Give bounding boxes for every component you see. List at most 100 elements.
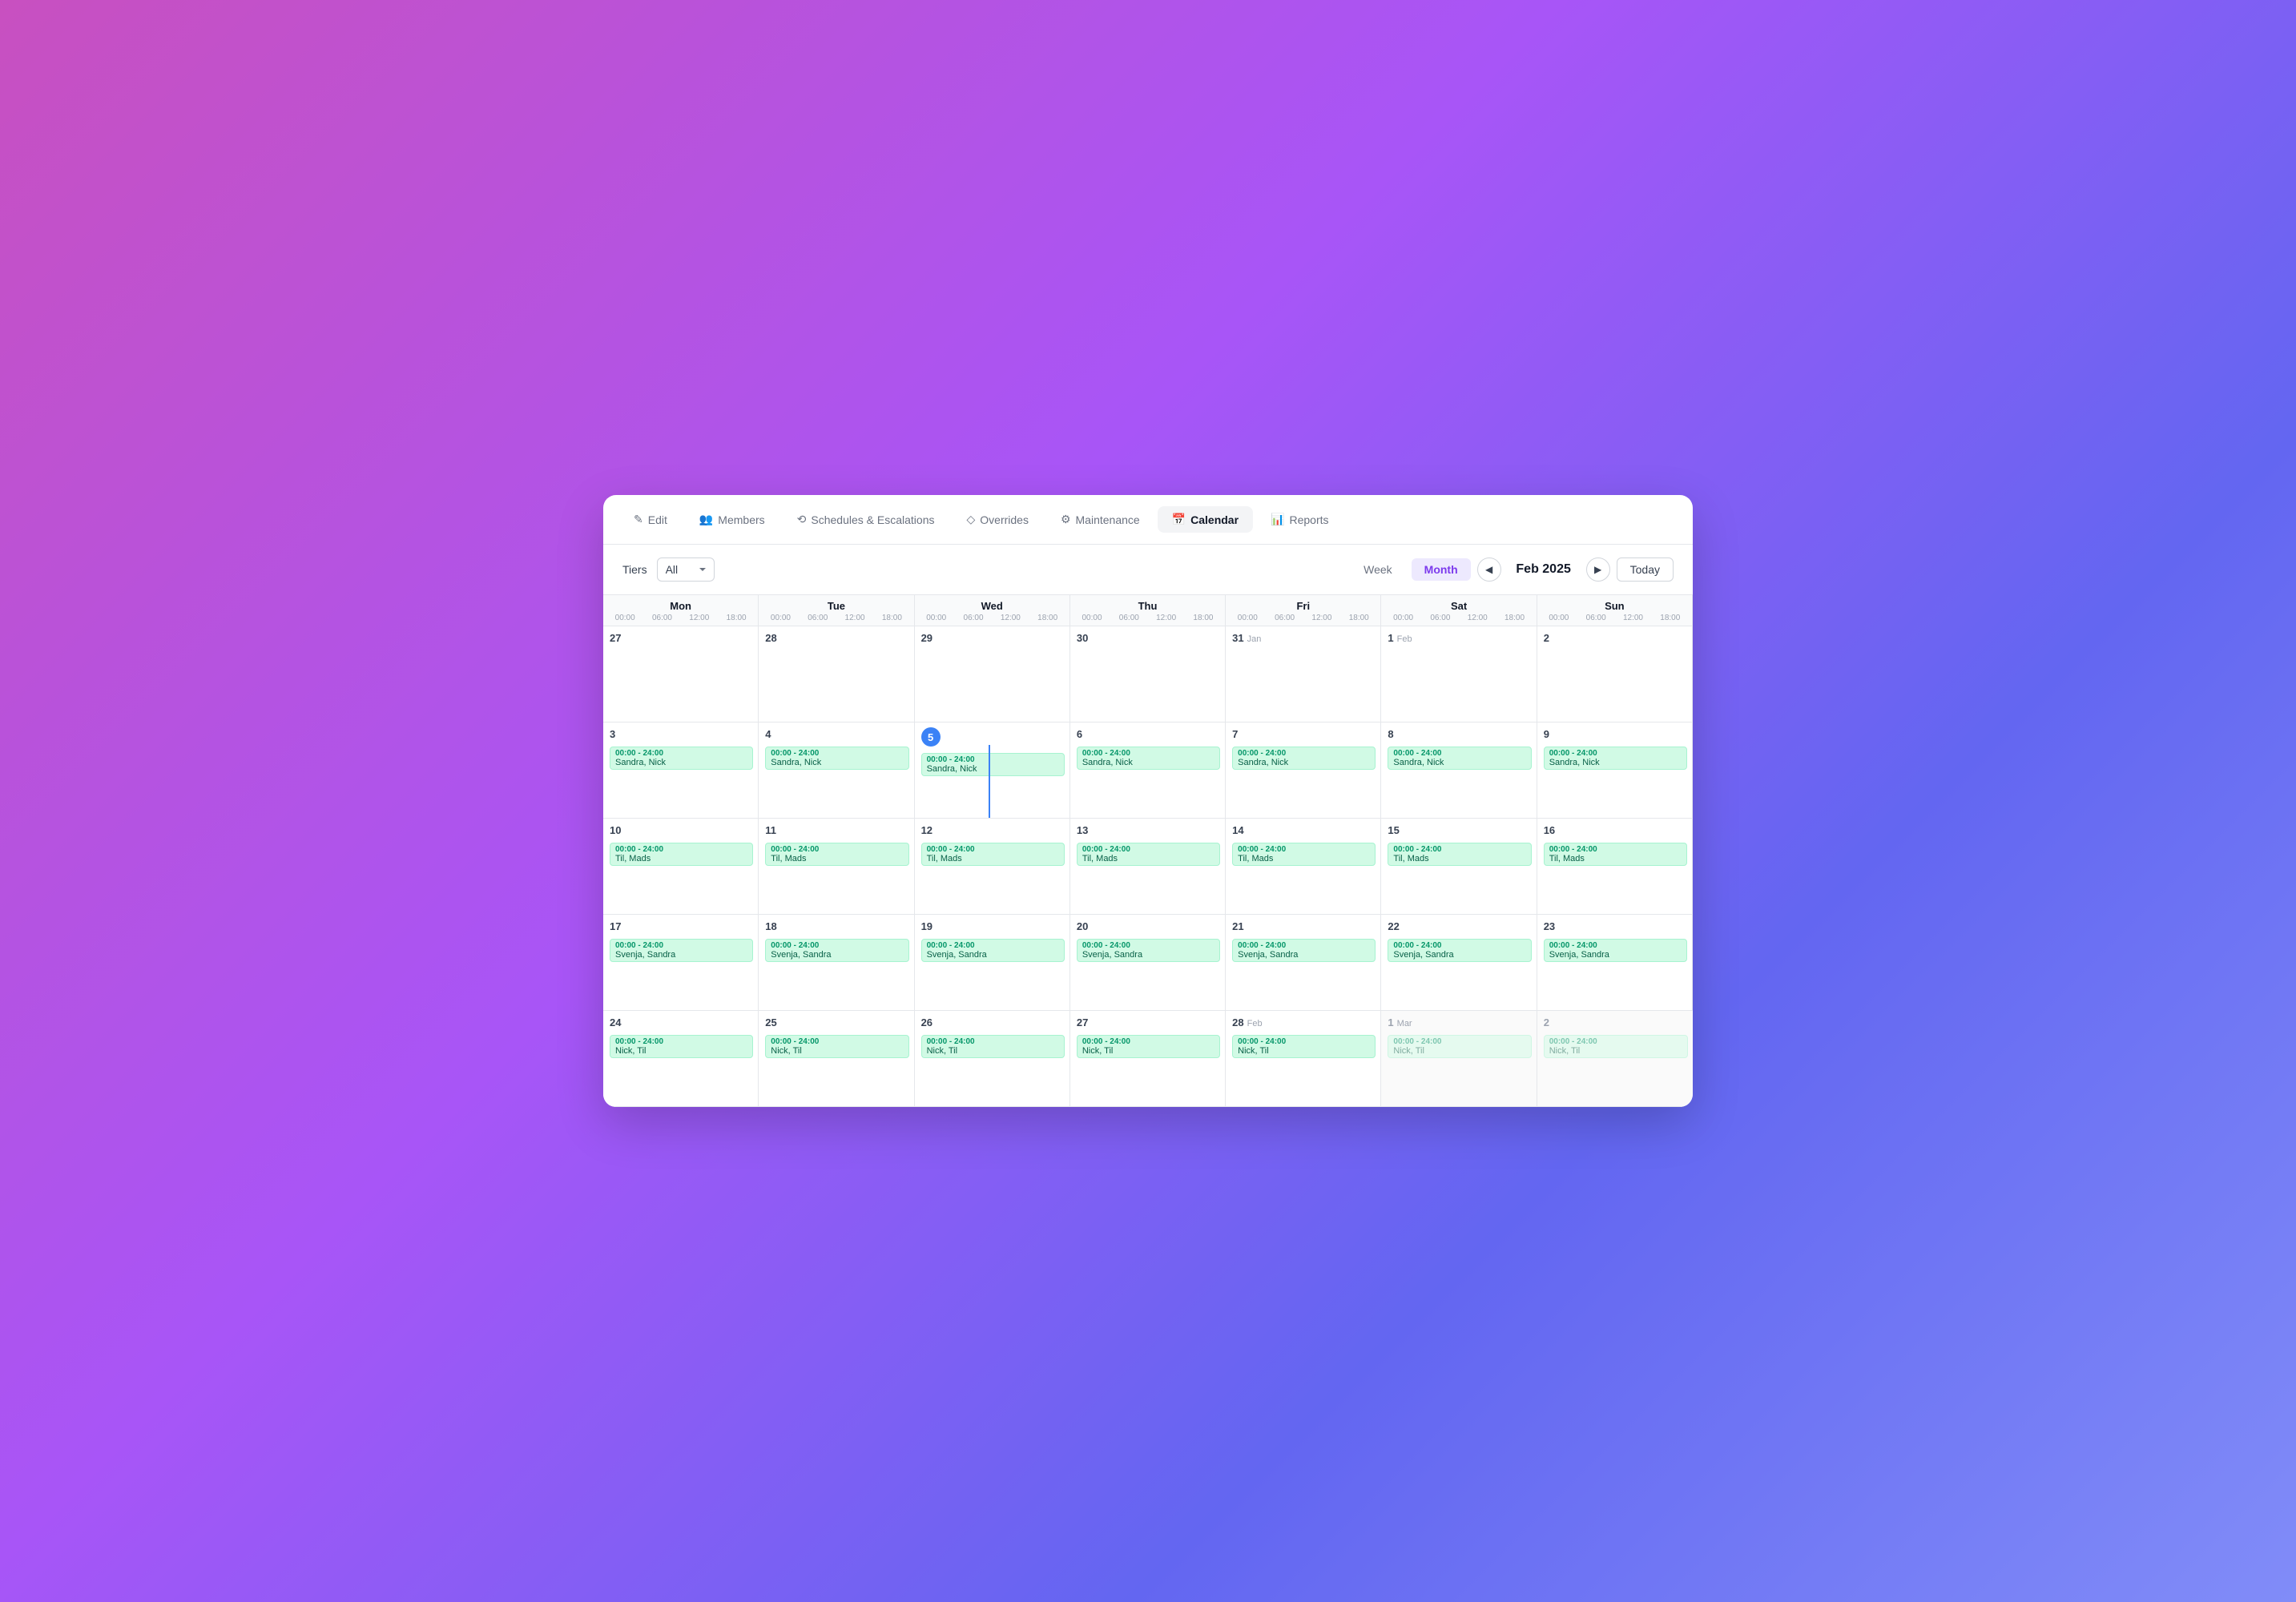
calendar-day-cell[interactable]: 2600:00 - 24:00Nick, Til <box>915 1011 1070 1107</box>
next-month-button[interactable]: ▶ <box>1586 557 1610 582</box>
event-time: 00:00 - 24:00 <box>1549 1037 1682 1046</box>
event-block[interactable]: 00:00 - 24:00Til, Mads <box>1388 843 1531 866</box>
calendar-day-cell[interactable]: 1700:00 - 24:00Svenja, Sandra <box>603 915 759 1011</box>
event-block[interactable]: 00:00 - 24:00Svenja, Sandra <box>1544 939 1687 962</box>
time-tick: 18:00 <box>727 614 747 622</box>
calendar-day-cell[interactable]: 2100:00 - 24:00Svenja, Sandra <box>1226 915 1381 1011</box>
event-block[interactable]: 00:00 - 24:00Nick, Til <box>921 1035 1065 1058</box>
day-header-wed: Wed00:0006:0012:0018:00 <box>915 595 1070 626</box>
calendar-day-cell[interactable]: 2 <box>1537 626 1693 723</box>
event-block[interactable]: 00:00 - 24:00Nick, Til <box>1544 1035 1688 1058</box>
calendar-day-cell[interactable]: 1100:00 - 24:00Til, Mads <box>759 819 914 915</box>
event-block[interactable]: 00:00 - 24:00Til, Mads <box>610 843 753 866</box>
nav-tab-overrides[interactable]: ◇Overrides <box>952 506 1042 533</box>
event-block[interactable]: 00:00 - 24:00Sandra, Nick <box>921 753 1065 776</box>
event-block[interactable]: 00:00 - 24:00Nick, Til <box>610 1035 753 1058</box>
prev-month-button[interactable]: ◀ <box>1477 557 1501 582</box>
event-names: Sandra, Nick <box>927 764 1059 774</box>
calendar-day-cell[interactable]: 1800:00 - 24:00Svenja, Sandra <box>759 915 914 1011</box>
event-block[interactable]: 00:00 - 24:00Svenja, Sandra <box>1077 939 1220 962</box>
calendar-day-cell[interactable]: 500:00 - 24:00Sandra, Nick <box>915 723 1070 819</box>
calendar-day-cell[interactable]: 600:00 - 24:00Sandra, Nick <box>1070 723 1226 819</box>
calendar-day-cell[interactable]: 1500:00 - 24:00Til, Mads <box>1381 819 1537 915</box>
week-view-button[interactable]: Week <box>1351 558 1405 581</box>
calendar-day-cell[interactable]: 30 <box>1070 626 1226 723</box>
nav-tab-maintenance[interactable]: ⚙Maintenance <box>1046 506 1154 533</box>
event-names: Sandra, Nick <box>771 758 903 767</box>
calendar-day-cell[interactable]: 2000:00 - 24:00Svenja, Sandra <box>1070 915 1226 1011</box>
calendar-day-cell[interactable]: 28 <box>759 626 914 723</box>
event-block[interactable]: 00:00 - 24:00Til, Mads <box>1232 843 1376 866</box>
calendar-day-cell[interactable]: 31Jan <box>1226 626 1381 723</box>
calendar-day-cell[interactable]: 1600:00 - 24:00Til, Mads <box>1537 819 1693 915</box>
event-block[interactable]: 00:00 - 24:00Til, Mads <box>1544 843 1687 866</box>
calendar-day-cell[interactable]: 800:00 - 24:00Sandra, Nick <box>1381 723 1537 819</box>
month-indicator: Feb <box>1397 634 1412 644</box>
event-block[interactable]: 00:00 - 24:00Sandra, Nick <box>1077 747 1220 770</box>
event-block[interactable]: 00:00 - 24:00Sandra, Nick <box>610 747 753 770</box>
event-block[interactable]: 00:00 - 24:00Sandra, Nick <box>1388 747 1531 770</box>
calendar-day-cell[interactable]: 2500:00 - 24:00Nick, Til <box>759 1011 914 1107</box>
calendar-day-cell[interactable]: 1200:00 - 24:00Til, Mads <box>915 819 1070 915</box>
event-time: 00:00 - 24:00 <box>615 1037 747 1046</box>
event-block[interactable]: 00:00 - 24:00Sandra, Nick <box>765 747 908 770</box>
nav-tab-schedules[interactable]: ⟲Schedules & Escalations <box>783 506 949 533</box>
calendar-day-cell[interactable]: 28Feb00:00 - 24:00Nick, Til <box>1226 1011 1381 1107</box>
event-block[interactable]: 00:00 - 24:00Nick, Til <box>1077 1035 1220 1058</box>
nav-tab-edit[interactable]: ✎Edit <box>619 506 682 533</box>
time-tick: 00:00 <box>1393 614 1413 622</box>
time-tick: 06:00 <box>1586 614 1606 622</box>
calendar-day-cell[interactable]: 1000:00 - 24:00Til, Mads <box>603 819 759 915</box>
calendar-day-cell[interactable]: 200:00 - 24:00Nick, Til <box>1537 1011 1693 1107</box>
time-tick: 18:00 <box>1037 614 1057 622</box>
event-names: Til, Mads <box>771 854 903 863</box>
event-block[interactable]: 00:00 - 24:00Nick, Til <box>765 1035 908 1058</box>
calendar-day-cell[interactable]: 27 <box>603 626 759 723</box>
calendar-day-cell[interactable]: 1900:00 - 24:00Svenja, Sandra <box>915 915 1070 1011</box>
time-tick: 06:00 <box>808 614 828 622</box>
calendar-day-cell[interactable]: 14 00:00 - 24:00Til, Mads <box>1226 819 1381 915</box>
event-names: Til, Mads <box>1238 854 1370 863</box>
today-button[interactable]: Today <box>1617 557 1674 582</box>
calendar-day-cell[interactable]: 300:00 - 24:00Sandra, Nick <box>603 723 759 819</box>
event-names: Nick, Til <box>615 1046 747 1056</box>
event-block[interactable]: 00:00 - 24:00Svenja, Sandra <box>921 939 1065 962</box>
month-view-button[interactable]: Month <box>1412 558 1471 581</box>
event-time: 00:00 - 24:00 <box>1549 749 1682 758</box>
calendar-day-cell[interactable]: 1Feb <box>1381 626 1537 723</box>
calendar-day-cell[interactable]: 2400:00 - 24:00Nick, Til <box>603 1011 759 1107</box>
calendar-day-cell[interactable]: 2700:00 - 24:00Nick, Til <box>1070 1011 1226 1107</box>
nav-tab-members[interactable]: 👥Members <box>685 506 779 533</box>
day-number: 27 <box>610 632 621 644</box>
time-tick: 12:00 <box>1156 614 1176 622</box>
nav-tab-calendar[interactable]: 📅Calendar <box>1158 506 1253 533</box>
nav-tab-reports[interactable]: 📊Reports <box>1256 506 1343 533</box>
time-tick: 12:00 <box>1623 614 1643 622</box>
tiers-select[interactable]: AllTier 1Tier 2Tier 3 <box>657 557 715 582</box>
calendar-day-cell[interactable]: 700:00 - 24:00Sandra, Nick <box>1226 723 1381 819</box>
event-block[interactable]: 00:00 - 24:00Svenja, Sandra <box>1388 939 1531 962</box>
calendar-day-cell[interactable]: 1Mar00:00 - 24:00Nick, Til <box>1381 1011 1537 1107</box>
calendar-day-cell[interactable]: 400:00 - 24:00Sandra, Nick <box>759 723 914 819</box>
day-number: 14 <box>1232 824 1243 836</box>
day-name-thu: Thu <box>1070 600 1225 612</box>
calendar-day-cell[interactable]: 900:00 - 24:00Sandra, Nick <box>1537 723 1693 819</box>
time-tick: 18:00 <box>1660 614 1680 622</box>
event-block[interactable]: 00:00 - 24:00Sandra, Nick <box>1232 747 1376 770</box>
event-block[interactable]: 00:00 - 24:00Sandra, Nick <box>1544 747 1687 770</box>
calendar-day-cell[interactable]: 29 <box>915 626 1070 723</box>
time-tick: 18:00 <box>1349 614 1369 622</box>
calendar-day-cell[interactable]: 2200:00 - 24:00Svenja, Sandra <box>1381 915 1537 1011</box>
event-block[interactable]: 00:00 - 24:00Svenja, Sandra <box>610 939 753 962</box>
event-block[interactable]: 00:00 - 24:00Til, Mads <box>1077 843 1220 866</box>
event-block[interactable]: 00:00 - 24:00Svenja, Sandra <box>765 939 908 962</box>
reports-icon: 📊 <box>1271 513 1284 526</box>
event-block[interactable]: 00:00 - 24:00Nick, Til <box>1388 1035 1531 1058</box>
event-block[interactable]: 00:00 - 24:00Til, Mads <box>765 843 908 866</box>
event-block[interactable]: 00:00 - 24:00Nick, Til <box>1232 1035 1376 1058</box>
calendar-day-cell[interactable]: 2300:00 - 24:00Svenja, Sandra <box>1537 915 1693 1011</box>
event-names: Nick, Til <box>927 1046 1059 1056</box>
event-block[interactable]: 00:00 - 24:00Til, Mads <box>921 843 1065 866</box>
calendar-day-cell[interactable]: 1300:00 - 24:00Til, Mads <box>1070 819 1226 915</box>
event-block[interactable]: 00:00 - 24:00Svenja, Sandra <box>1232 939 1376 962</box>
